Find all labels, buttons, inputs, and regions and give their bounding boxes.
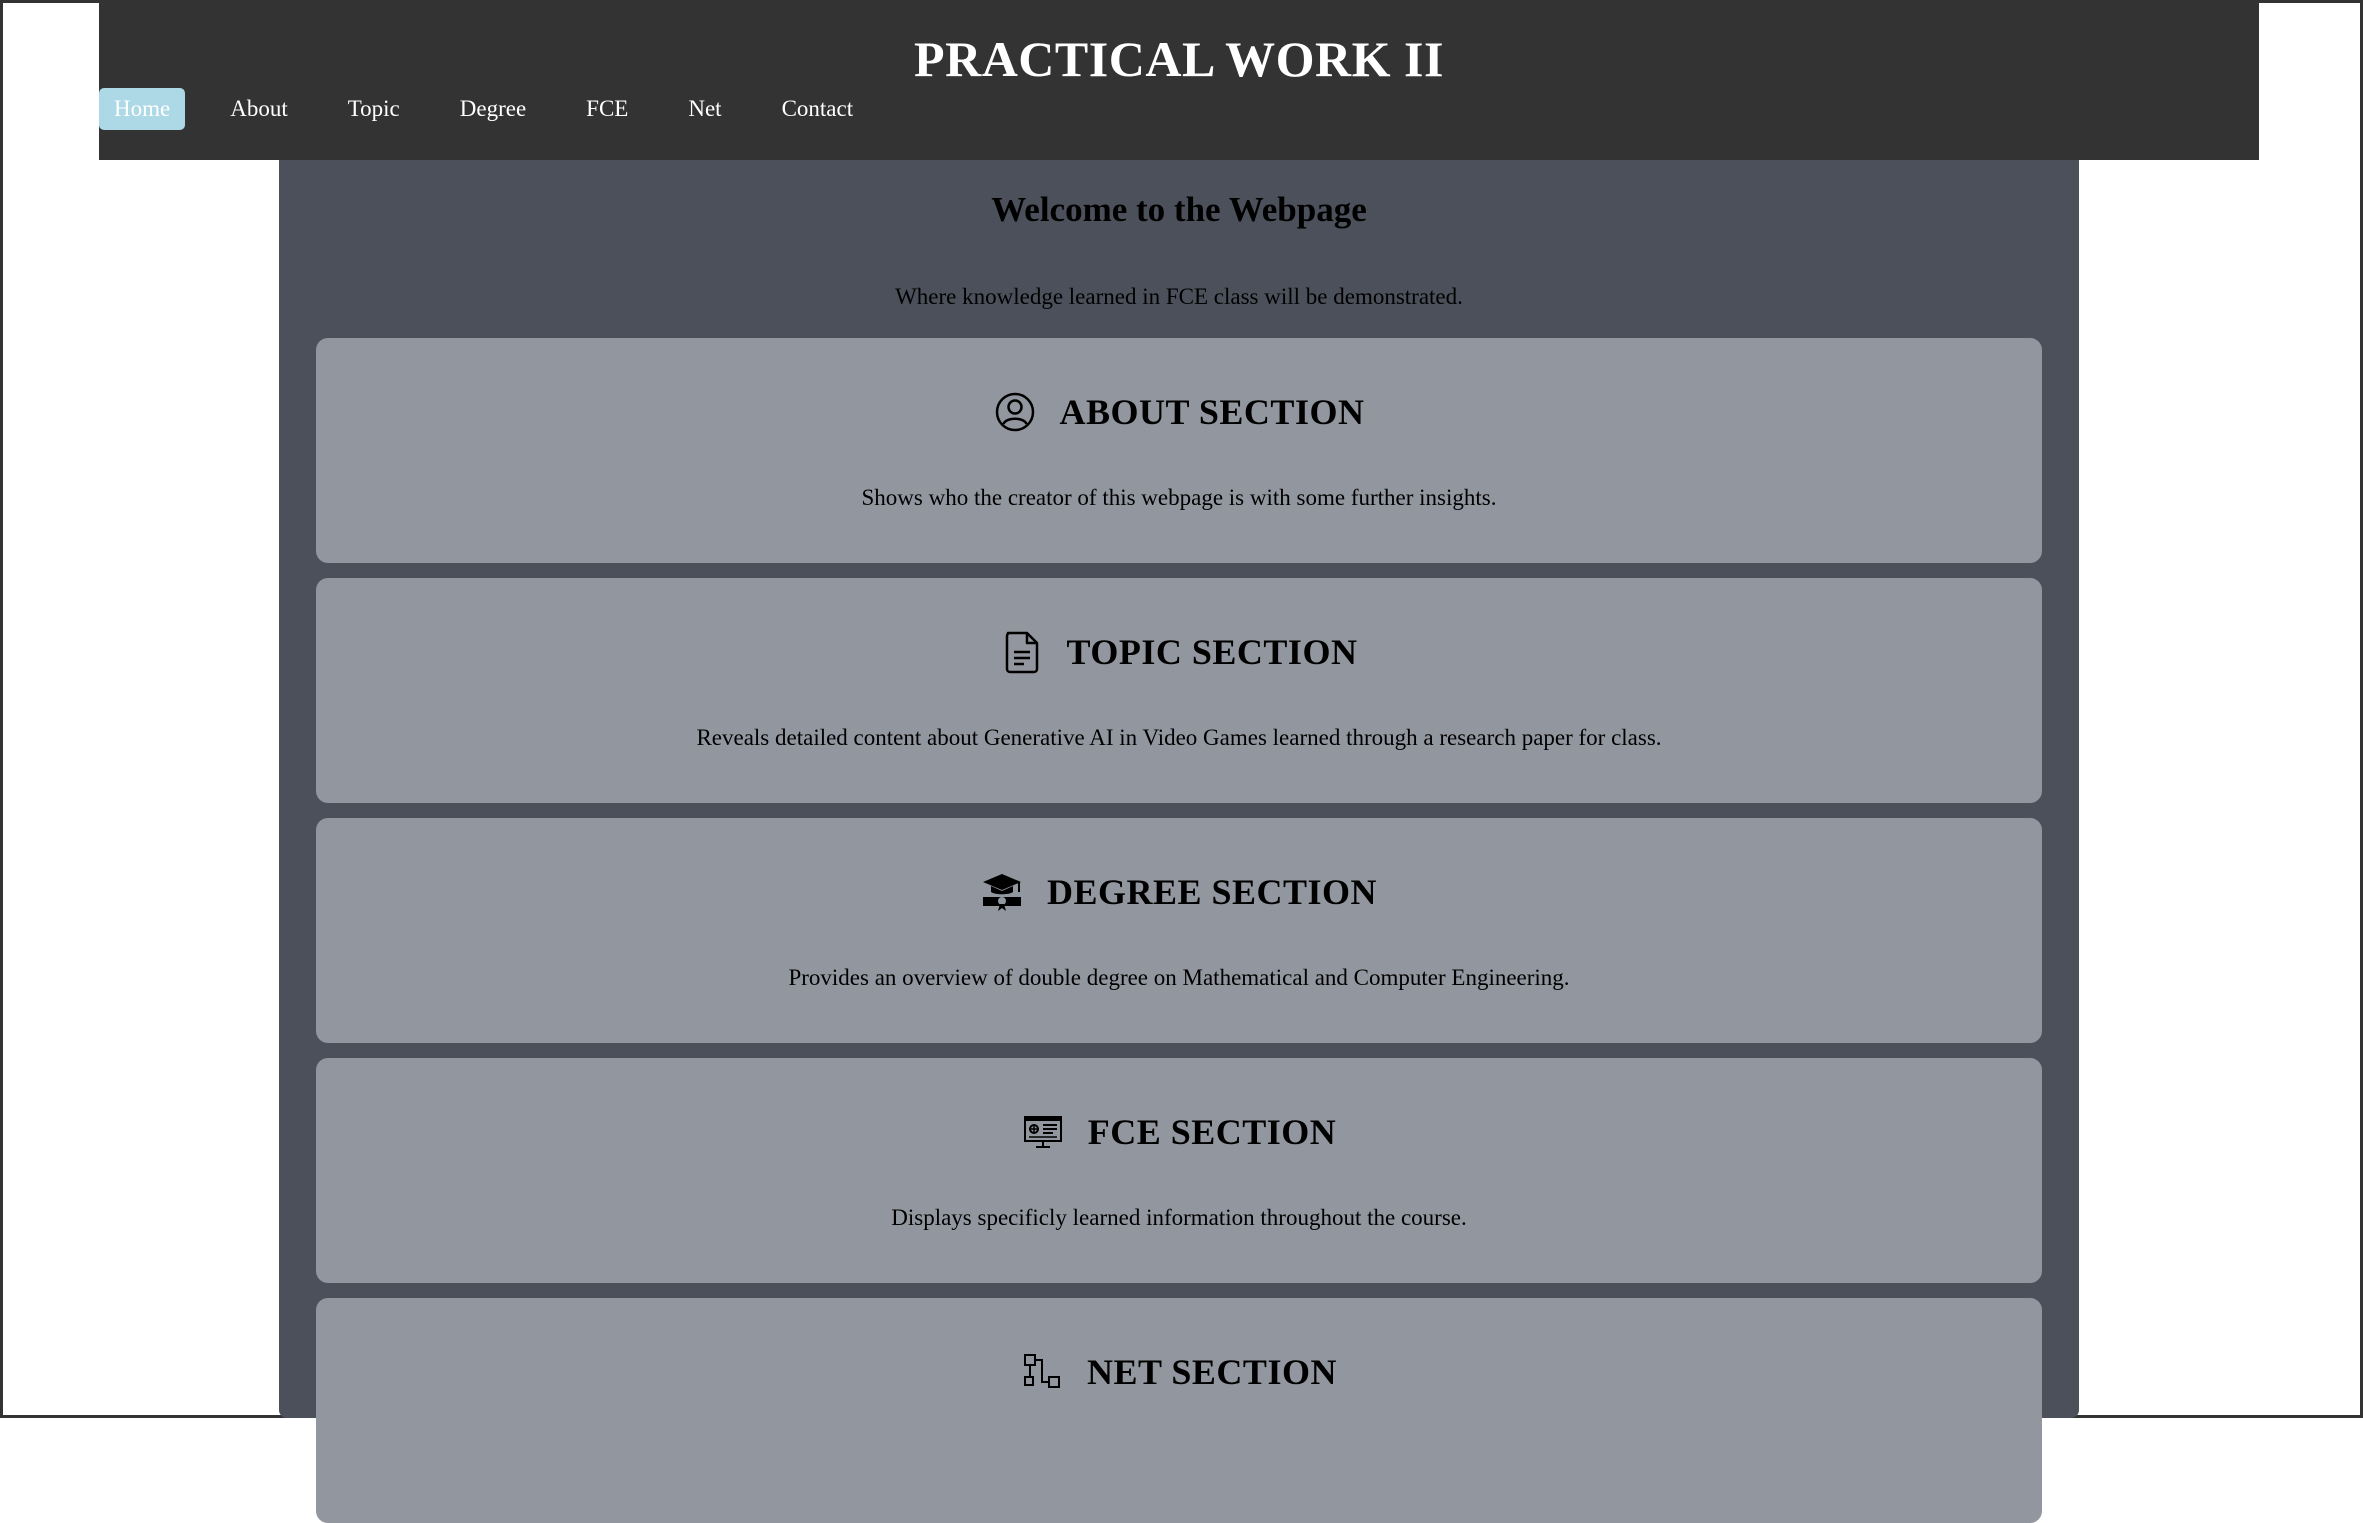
site-title: PRACTICAL WORK II: [914, 31, 1444, 87]
nav-topic[interactable]: Topic: [333, 88, 415, 130]
topic-section-card[interactable]: TOPIC SECTION Reveals detailed content a…: [316, 578, 2042, 803]
user-circle-icon: [994, 391, 1036, 433]
card-title: NET SECTION: [1087, 1352, 1337, 1392]
card-heading: ABOUT SECTION: [316, 390, 2042, 434]
welcome-title: Welcome to the Webpage: [991, 190, 1367, 229]
window-border-left: [0, 0, 3, 1418]
main-nav: Home About Topic Degree FCE Net Contact: [99, 87, 898, 131]
main-content: Welcome to the Webpage Where knowledge l…: [279, 160, 2079, 1523]
card-heading: DEGREE SECTION: [316, 870, 2042, 914]
network-icon: [1021, 1351, 1063, 1393]
nav-degree[interactable]: Degree: [445, 88, 541, 130]
nav-about[interactable]: About: [215, 88, 303, 130]
card-description: Reveals detailed content about Generativ…: [696, 725, 1662, 750]
welcome-subtitle: Where knowledge learned in FCE class wil…: [895, 284, 1463, 309]
card-title: FCE SECTION: [1087, 1112, 1337, 1152]
document-icon: [1001, 631, 1043, 674]
card-description: Shows who the creator of this webpage is…: [861, 485, 1497, 510]
site-header: PRACTICAL WORK II Home About Topic Degre…: [99, 0, 2259, 160]
card-heading: NET SECTION: [316, 1350, 2042, 1394]
card-heading: TOPIC SECTION: [316, 630, 2042, 674]
net-section-card[interactable]: NET SECTION: [316, 1298, 2042, 1523]
nav-fce[interactable]: FCE: [571, 88, 643, 130]
nav-contact[interactable]: Contact: [767, 88, 869, 130]
card-description: Provides an overview of double degree on…: [788, 965, 1570, 990]
card-heading: FCE SECTION: [316, 1110, 2042, 1154]
card-title: ABOUT SECTION: [1059, 392, 1365, 432]
about-section-card[interactable]: ABOUT SECTION Shows who the creator of t…: [316, 338, 2042, 563]
card-title: DEGREE SECTION: [1046, 872, 1378, 912]
degree-section-card[interactable]: DEGREE SECTION Provides an overview of d…: [316, 818, 2042, 1043]
nav-home[interactable]: Home: [99, 88, 186, 130]
presentation-monitor-icon: [1022, 1111, 1064, 1153]
card-title: TOPIC SECTION: [1066, 632, 1358, 672]
card-description: Displays specificly learned information …: [891, 1205, 1467, 1230]
graduation-cap-icon: [981, 871, 1023, 913]
fce-section-card[interactable]: FCE SECTION Displays specificly learned …: [316, 1058, 2042, 1283]
nav-net[interactable]: Net: [673, 88, 736, 130]
